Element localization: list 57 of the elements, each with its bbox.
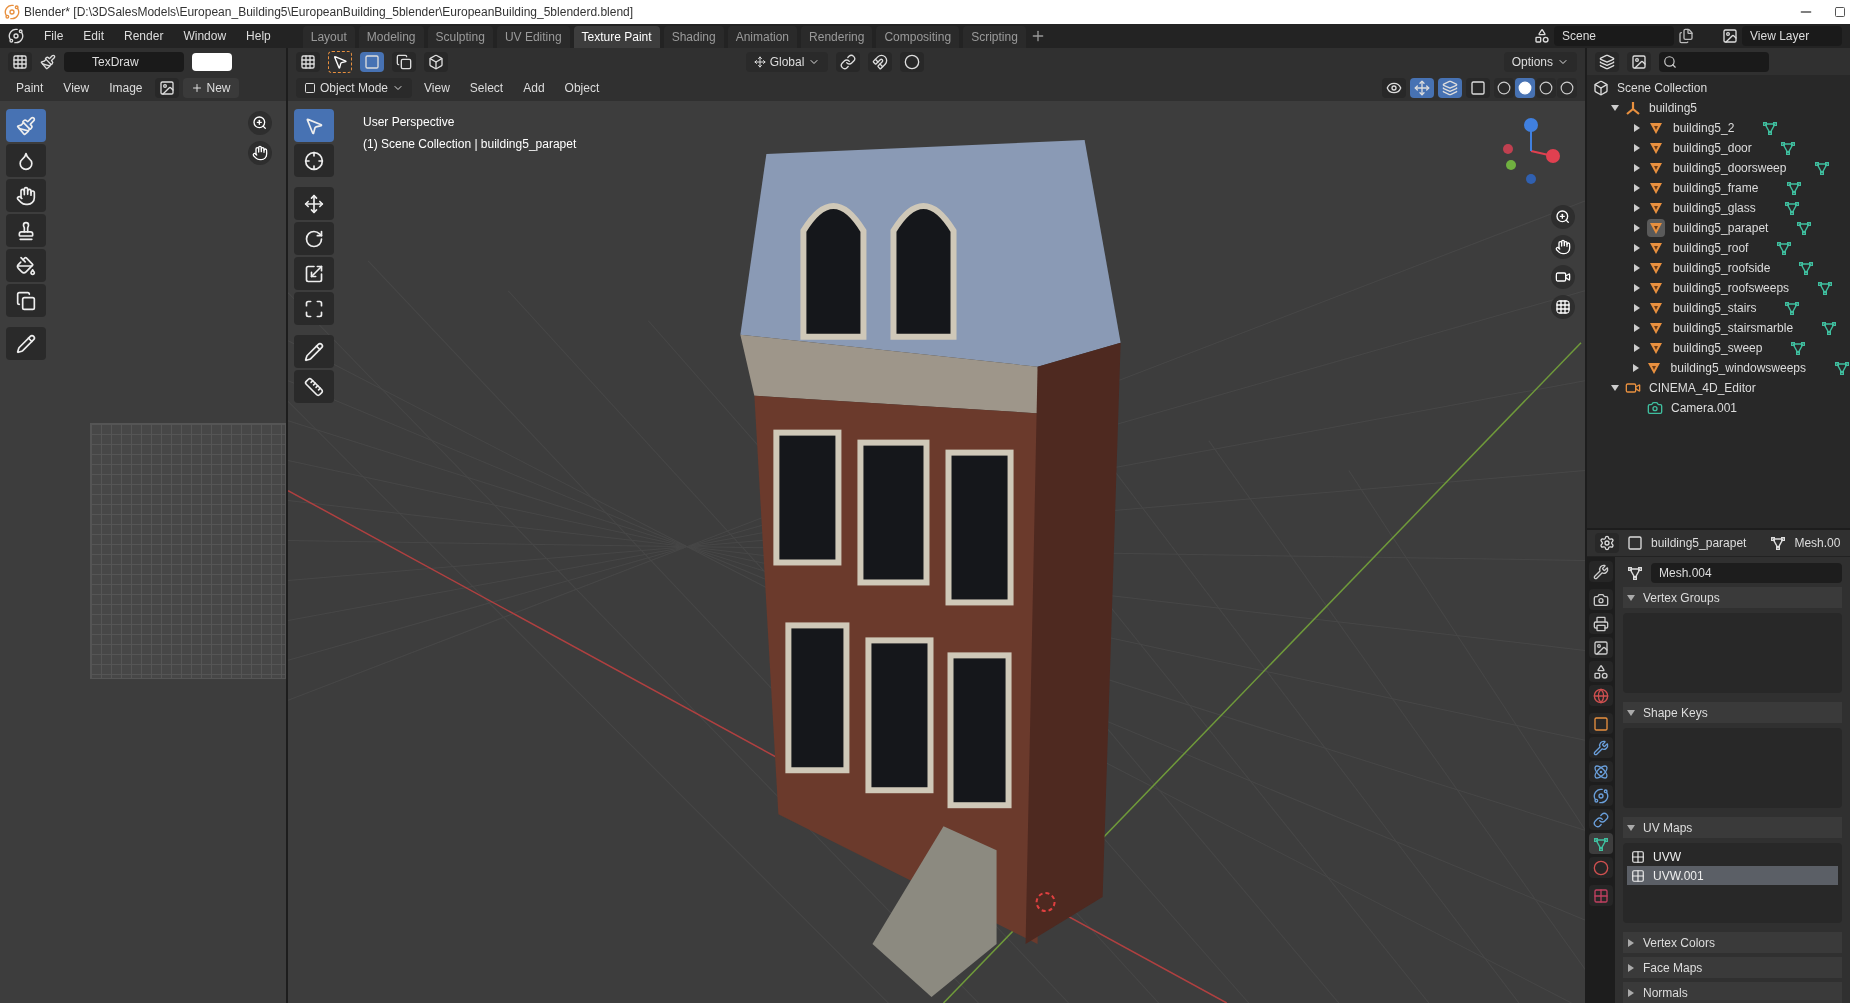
menu-item[interactable]: View xyxy=(55,78,98,98)
workspace-tab[interactable]: Scripting xyxy=(963,26,1026,48)
outliner-item[interactable]: building5_roofside xyxy=(1673,259,1771,277)
menu-item[interactable]: Window xyxy=(175,26,235,46)
orientation-dropdown[interactable]: Global xyxy=(745,51,829,72)
viewport-info-text: User Perspective xyxy=(363,114,456,131)
workspace-tab[interactable]: UV Editing xyxy=(496,26,570,48)
outliner-item[interactable]: building5_doorsweep xyxy=(1673,159,1787,177)
outliner-item[interactable]: building5_stairsmarble xyxy=(1673,319,1794,337)
new-image-button[interactable]: New xyxy=(182,78,239,98)
outliner-item[interactable]: building5_roofsweeps xyxy=(1673,279,1790,297)
menu-item[interactable]: View xyxy=(416,78,458,98)
scene-field[interactable]: Scene xyxy=(1554,26,1674,46)
workspace-tab[interactable]: Animation xyxy=(727,26,798,48)
workspace-tab[interactable]: Modeling xyxy=(358,26,424,48)
workspace-tab[interactable]: Sculpting xyxy=(427,26,493,48)
outliner-item[interactable]: building5_door xyxy=(1673,139,1752,157)
options-dropdown[interactable]: Options xyxy=(1503,51,1577,72)
mesh-name: Mesh.00 xyxy=(1794,535,1841,552)
menu-item[interactable]: File xyxy=(36,26,72,46)
outliner-item[interactable]: building5_roof xyxy=(1673,239,1749,257)
outliner-item[interactable]: building5_windowsweeps xyxy=(1670,359,1806,377)
workspace-tab[interactable]: Shading xyxy=(663,26,724,48)
workspace-tab[interactable]: Layout xyxy=(302,26,355,48)
brush-field[interactable]: TexDraw xyxy=(64,51,184,72)
outliner-item[interactable]: CINEMA_4D_Editor xyxy=(1649,379,1756,397)
menu-item[interactable]: Object xyxy=(556,78,608,98)
outliner-item[interactable]: building5_frame xyxy=(1673,179,1759,197)
object-name: building5_parapet xyxy=(1651,535,1747,552)
menu-item[interactable]: Add xyxy=(515,78,553,98)
menu-item[interactable]: Image xyxy=(101,78,151,98)
outliner-item[interactable]: building5_sweep xyxy=(1673,339,1763,357)
uv-map-item[interactable]: UVW.001 xyxy=(1627,866,1838,885)
viewport-info-text: (1) Scene Collection | building5_parapet xyxy=(363,136,577,153)
view-layer-field[interactable]: View Layer xyxy=(1742,26,1842,46)
panel-header[interactable]: Normals xyxy=(1643,983,1688,1002)
uv-map-item[interactable]: UVW xyxy=(1627,847,1838,866)
workspace-tab[interactable]: Rendering xyxy=(801,26,873,48)
menu-item[interactable]: Select xyxy=(461,78,512,98)
window-title: Blender* [D:\3DSalesModels\European_Building5\EuropeanBuilding_5blender\EuropeanBuilding_5blenderd.blend] xyxy=(24,4,634,21)
menu-item[interactable]: Edit xyxy=(75,26,113,46)
menu-item[interactable]: Help xyxy=(238,26,279,46)
outliner-item[interactable]: building5_stairs xyxy=(1673,299,1757,317)
workspace-tab[interactable]: Texture Paint xyxy=(573,26,660,48)
menu-item[interactable]: Render xyxy=(116,26,172,46)
outliner-item[interactable]: building5_parapet xyxy=(1673,219,1769,237)
uv-map-name: UVW xyxy=(1653,848,1681,866)
uv-map-name: UVW.001 xyxy=(1653,867,1704,885)
outliner-item[interactable]: building5_glass xyxy=(1673,199,1756,217)
mode-dropdown[interactable]: Paint xyxy=(8,78,52,98)
outliner-item[interactable]: building5 xyxy=(1649,99,1698,117)
outliner-item[interactable]: Camera.001 xyxy=(1671,399,1738,417)
mode-dropdown[interactable]: Object Mode xyxy=(296,78,413,98)
workspace-tab[interactable]: Compositing xyxy=(876,26,960,48)
outliner-item[interactable]: Scene Collection xyxy=(1617,79,1708,97)
mesh-field[interactable]: Mesh.004 xyxy=(1651,563,1842,583)
outliner-item[interactable]: building5_2 xyxy=(1673,119,1735,137)
